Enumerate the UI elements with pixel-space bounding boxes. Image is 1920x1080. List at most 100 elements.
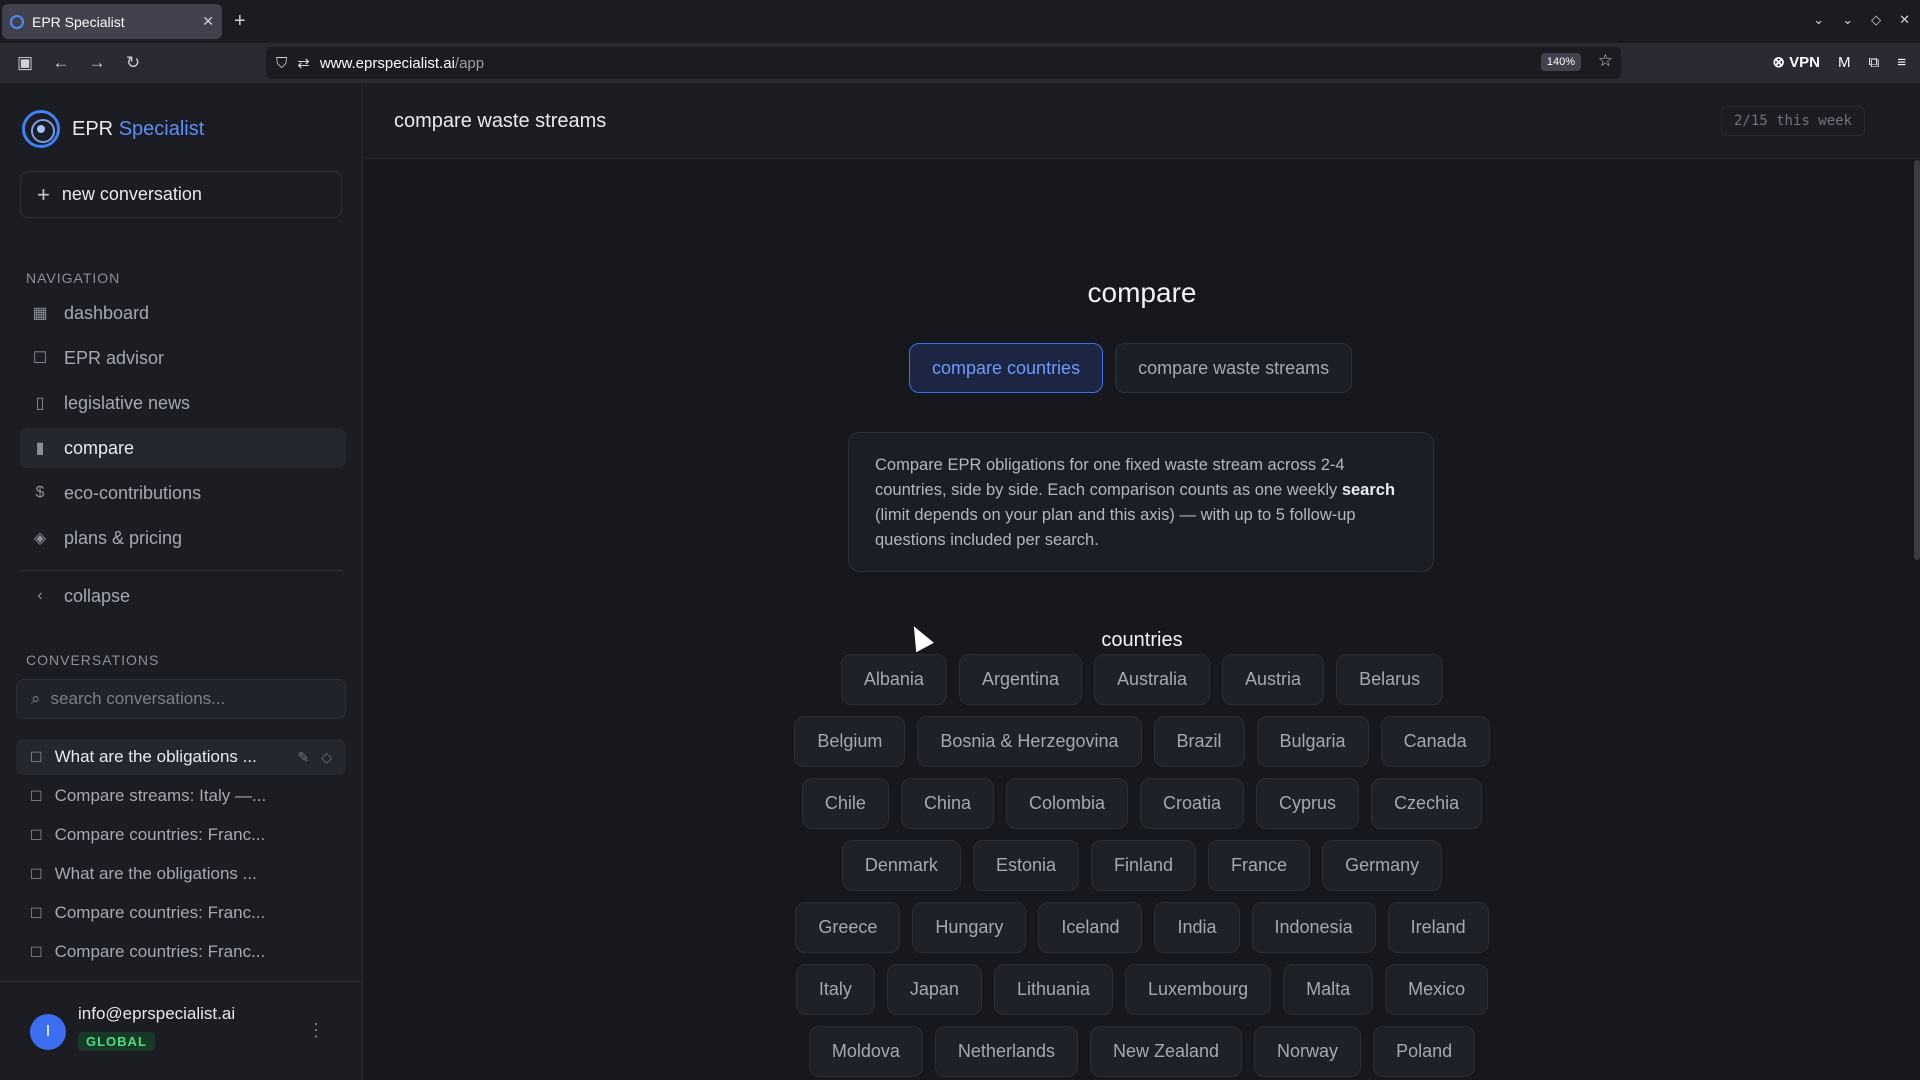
country-chip[interactable]: Cyprus [1256, 778, 1360, 829]
url-bar[interactable]: ⛉ ⇄ www.eprspecialist.ai/app 140% ☆ [266, 47, 1621, 79]
country-chip[interactable]: China [900, 778, 994, 829]
conversation-search-input[interactable]: ⌕ search conversations... [16, 679, 346, 719]
forward-icon[interactable]: → [86, 52, 108, 74]
country-chip[interactable]: Poland [1373, 1026, 1476, 1077]
new-tab-icon[interactable]: + [234, 10, 246, 33]
country-chip[interactable]: Hungary [912, 902, 1027, 953]
country-chip[interactable]: Iceland [1038, 902, 1143, 953]
country-chip[interactable]: Australia [1094, 654, 1211, 705]
conversation-item[interactable]: ☐ Compare countries: Franc... [16, 934, 346, 970]
conversation-item[interactable]: ☐ Compare countries: Franc... [16, 895, 346, 931]
country-chip[interactable]: Chile [801, 778, 889, 829]
sidebar-item-plans-pricing[interactable]: ◈ plans & pricing [20, 518, 346, 558]
country-chip[interactable]: France [1208, 840, 1311, 891]
country-chip[interactable]: Malta [1283, 964, 1374, 1015]
tab-compare-waste-streams[interactable]: compare waste streams [1115, 343, 1353, 393]
conversation-item[interactable]: ☐ What are the obligations ... ✎ ◇ [16, 739, 346, 775]
country-chip[interactable]: Bulgaria [1256, 716, 1369, 767]
country-chip[interactable]: Germany [1322, 840, 1443, 891]
back-icon[interactable]: ← [50, 52, 72, 74]
country-chip[interactable]: Ireland [1387, 902, 1489, 953]
dollar-icon: $ [35, 484, 45, 501]
edit-icon[interactable]: ✎ [297, 749, 309, 766]
brand-name-part1: EPR [72, 117, 114, 140]
conversation-item[interactable]: ☐ Compare streams: Italy —... [16, 778, 346, 814]
sidebar-item-eco-contributions[interactable]: $ eco-contributions [20, 473, 346, 513]
document-icon: ▯ [35, 395, 45, 412]
brand[interactable]: EPR Specialist [22, 110, 204, 148]
sidebar-item-legislative-news[interactable]: ▯ legislative news [20, 383, 346, 423]
country-chip[interactable]: Croatia [1140, 778, 1245, 829]
sidebar-item-label: plans & pricing [64, 527, 183, 548]
sidebar-toggle-icon[interactable]: ▣ [14, 52, 36, 74]
info-text: Compare EPR obligations for one fixed wa… [875, 456, 1345, 499]
url-host: www.eprspecialist.ai [319, 54, 455, 72]
country-chip[interactable]: Luxembourg [1125, 964, 1272, 1015]
country-chip[interactable]: Czechia [1371, 778, 1483, 829]
conversation-item[interactable]: ☐ What are the obligations ... [16, 856, 346, 892]
country-chip[interactable]: Austria [1222, 654, 1325, 705]
menu-icon[interactable]: ≡ [1897, 54, 1906, 71]
compare-heading: compare [1087, 277, 1197, 308]
info-box: Compare EPR obligations for one fixed wa… [848, 432, 1434, 572]
country-chip[interactable]: Colombia [1005, 778, 1129, 829]
country-chip[interactable]: Japan [886, 964, 982, 1015]
layers-icon: ◈ [33, 530, 47, 547]
country-chip[interactable]: India [1154, 902, 1240, 953]
tab-list-icon[interactable]: ⌄ [1813, 12, 1824, 28]
country-chip[interactable]: Estonia [972, 840, 1079, 891]
chat-icon: ☐ [30, 943, 43, 960]
sidebar-item-compare[interactable]: ▮ compare [20, 428, 346, 468]
scrollbar[interactable] [1914, 160, 1920, 560]
tag-icon[interactable]: ◇ [321, 749, 332, 766]
country-chip[interactable]: Netherlands [934, 1026, 1078, 1077]
chat-icon: ☐ [30, 865, 43, 882]
bookmark-star-icon[interactable]: ☆ [1598, 51, 1613, 71]
reload-icon[interactable]: ↻ [122, 52, 144, 74]
tab-compare-countries[interactable]: compare countries [909, 343, 1104, 393]
chevron-left-icon: ‹ [37, 587, 43, 604]
country-chip[interactable]: Italy [795, 964, 875, 1015]
country-chip[interactable]: Greece [795, 902, 901, 953]
account-icon[interactable]: M [1838, 54, 1851, 71]
restore-icon[interactable]: ◇ [1871, 12, 1881, 28]
info-text: (limit depends on your plan and this axi… [875, 506, 1356, 549]
country-chip[interactable]: Indonesia [1251, 902, 1376, 953]
country-chip[interactable]: Argentina [958, 654, 1082, 705]
country-chip[interactable]: Belarus [1336, 654, 1444, 705]
conversation-item[interactable]: ☐ Compare countries: Franc... [16, 817, 346, 853]
minimize-icon[interactable]: ⌄ [1842, 12, 1853, 28]
permissions-icon[interactable]: ⇄ [297, 54, 310, 72]
browser-tab[interactable]: EPR Specialist ✕ [2, 4, 222, 39]
country-chip[interactable]: Norway [1254, 1026, 1362, 1077]
country-chip[interactable]: Mexico [1385, 964, 1489, 1015]
extensions-icon[interactable]: ⧉ [1869, 54, 1880, 71]
country-chip[interactable]: Moldova [808, 1026, 923, 1077]
country-chip[interactable]: Finland [1090, 840, 1197, 891]
collapse-button[interactable]: ‹ collapse [20, 576, 346, 616]
sidebar-item-epr-advisor[interactable]: ☐ EPR advisor [20, 338, 346, 378]
sidebar-item-dashboard[interactable]: ▦ dashboard [20, 293, 346, 333]
sidebar-divider [20, 570, 342, 571]
user-profile[interactable]: I info@eprspecialist.ai GLOBAL ⋮ [0, 981, 363, 1080]
country-chip[interactable]: Brazil [1153, 716, 1245, 767]
country-chip[interactable]: Canada [1380, 716, 1490, 767]
zoom-level[interactable]: 140% [1540, 53, 1581, 71]
brand-logo-icon [22, 110, 60, 148]
country-chip[interactable]: New Zealand [1089, 1026, 1243, 1077]
country-chip[interactable]: Albania [840, 654, 947, 705]
new-conversation-button[interactable]: + new conversation [20, 171, 342, 218]
conversation-title: Compare streams: Italy —... [54, 786, 267, 805]
vpn-button[interactable]: ⊗ VPN [1772, 53, 1820, 71]
country-chip[interactable]: Bosnia & Herzegovina [917, 716, 1142, 767]
more-options-icon[interactable]: ⋮ [307, 1020, 325, 1041]
country-row: Belgium Bosnia & Herzegovina Brazil Bulg… [364, 716, 1920, 767]
country-chip[interactable]: Lithuania [993, 964, 1114, 1015]
tab-title: EPR Specialist [32, 13, 125, 30]
close-window-icon[interactable]: ✕ [1899, 12, 1910, 28]
country-chip[interactable]: Belgium [794, 716, 906, 767]
shield-icon[interactable]: ⛉ [276, 55, 287, 72]
close-tab-icon[interactable]: ✕ [202, 13, 214, 30]
country-chip[interactable]: Denmark [841, 840, 961, 891]
country-row: Greece Hungary Iceland India Indonesia I… [364, 902, 1920, 953]
